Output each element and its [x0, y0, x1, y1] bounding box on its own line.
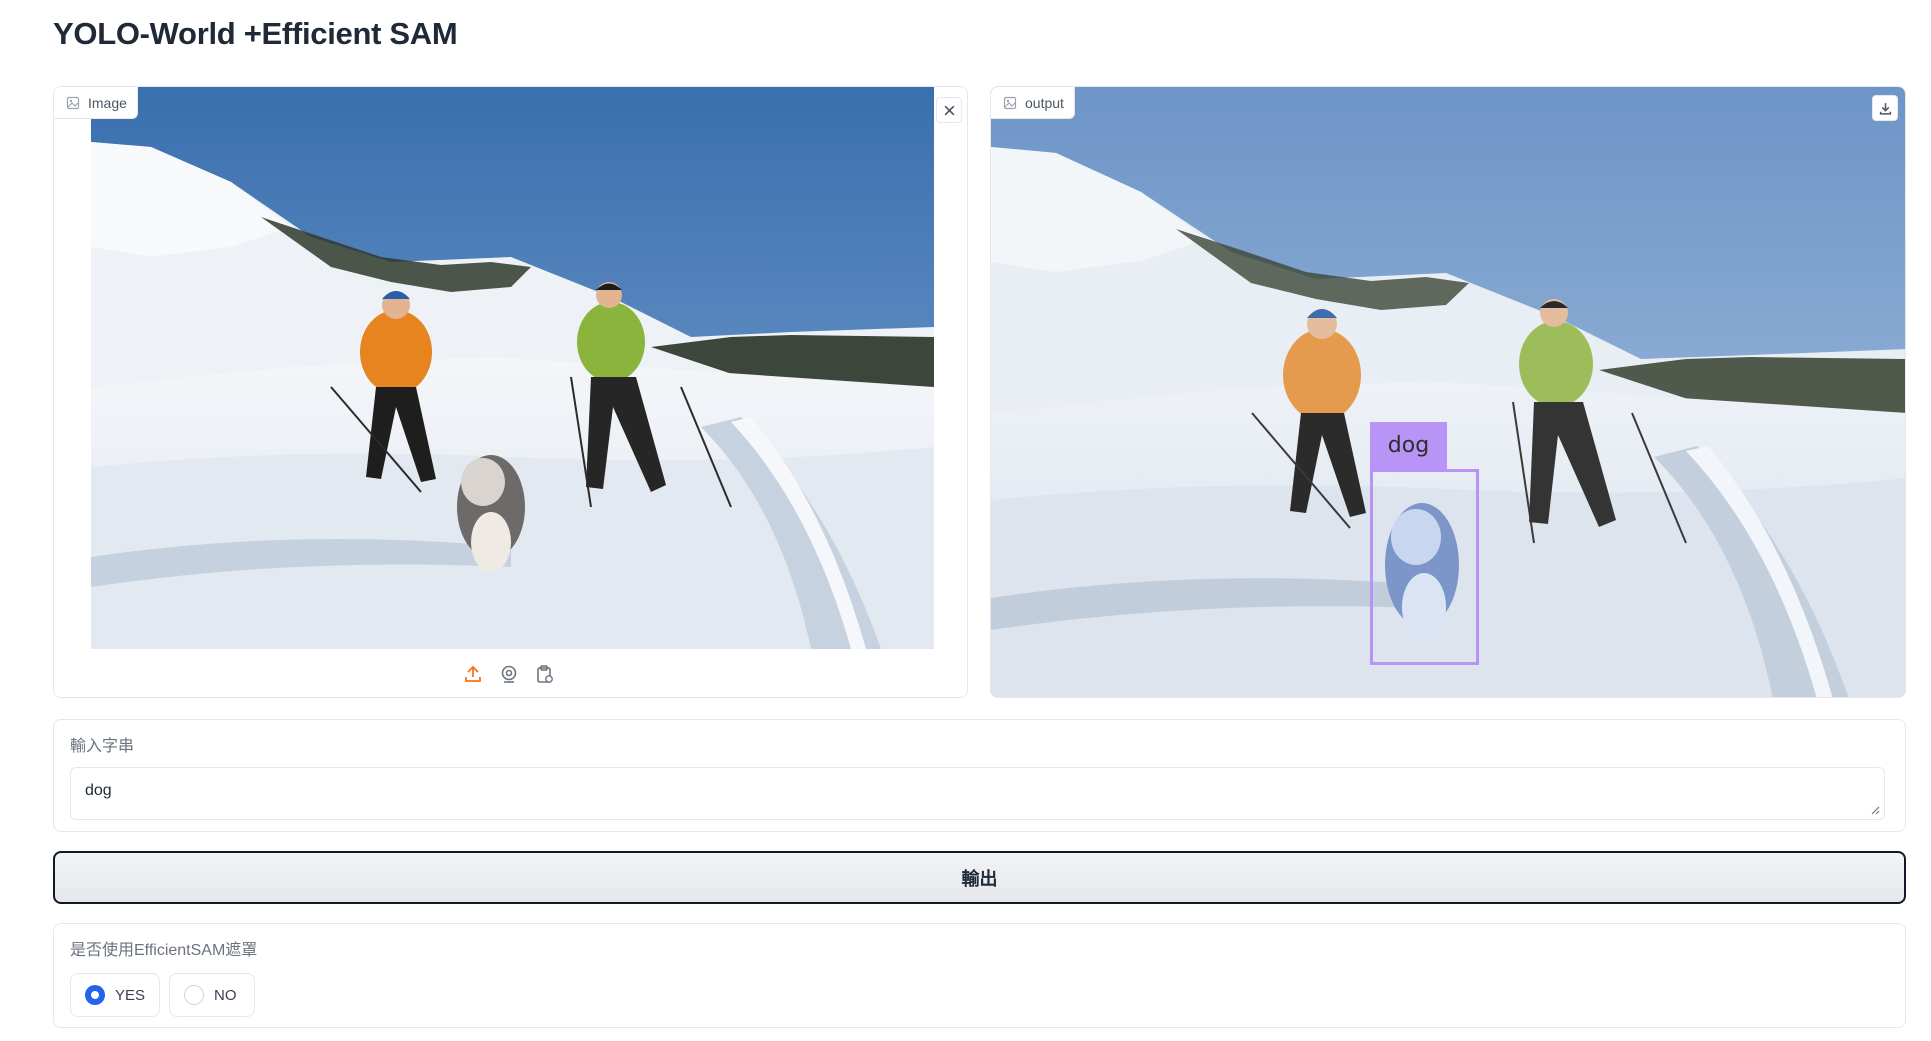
mask-option-block: 是否使用EfficientSAM遮罩 YES NO — [53, 923, 1906, 1028]
page-title: YOLO-World +Efficient SAM — [53, 16, 458, 51]
prompt-block: 輸入字串 dog — [53, 719, 1906, 832]
input-image-panel: Image — [53, 86, 968, 698]
webcam-source-button[interactable] — [498, 663, 520, 685]
submit-button-label: 輸出 — [961, 868, 998, 889]
resize-handle-icon[interactable] — [1870, 805, 1880, 815]
submit-button[interactable]: 輸出 — [53, 851, 1906, 904]
output-image-label: output — [991, 87, 1075, 119]
radio-no[interactable]: NO — [169, 973, 255, 1017]
prompt-label: 輸入字串 — [70, 738, 135, 755]
mask-option-label: 是否使用EfficientSAM遮罩 — [70, 942, 258, 959]
detection-label: dog — [1370, 422, 1447, 469]
image-icon — [1003, 96, 1017, 109]
download-button[interactable] — [1872, 95, 1898, 121]
clipboard-source-button[interactable] — [534, 663, 556, 685]
radio-yes-label: YES — [114, 986, 145, 1004]
input-photo[interactable] — [91, 87, 934, 649]
radio-yes[interactable]: YES — [70, 973, 160, 1017]
detection-label-text: dog — [1387, 433, 1430, 458]
output-image-label-text: output — [1025, 94, 1064, 111]
close-icon — [944, 105, 954, 115]
webcam-icon — [501, 665, 517, 683]
upload-icon — [465, 665, 481, 682]
radio-no-indicator — [184, 985, 204, 1005]
clipboard-icon — [537, 665, 553, 683]
input-image-label: Image — [54, 87, 138, 119]
prompt-textarea[interactable]: dog — [70, 767, 1885, 820]
radio-no-label: NO — [214, 986, 237, 1004]
clear-image-button[interactable] — [936, 97, 962, 123]
download-icon — [1879, 102, 1891, 115]
output-image-panel: output dog — [990, 86, 1906, 698]
detection-box — [1370, 469, 1479, 665]
radio-yes-indicator — [85, 985, 105, 1005]
image-source-bar — [462, 663, 556, 685]
image-icon — [66, 96, 80, 109]
prompt-value: dog — [85, 782, 112, 799]
ski-scene-image — [91, 87, 934, 649]
upload-source-button[interactable] — [462, 663, 484, 685]
input-image-label-text: Image — [88, 94, 127, 111]
